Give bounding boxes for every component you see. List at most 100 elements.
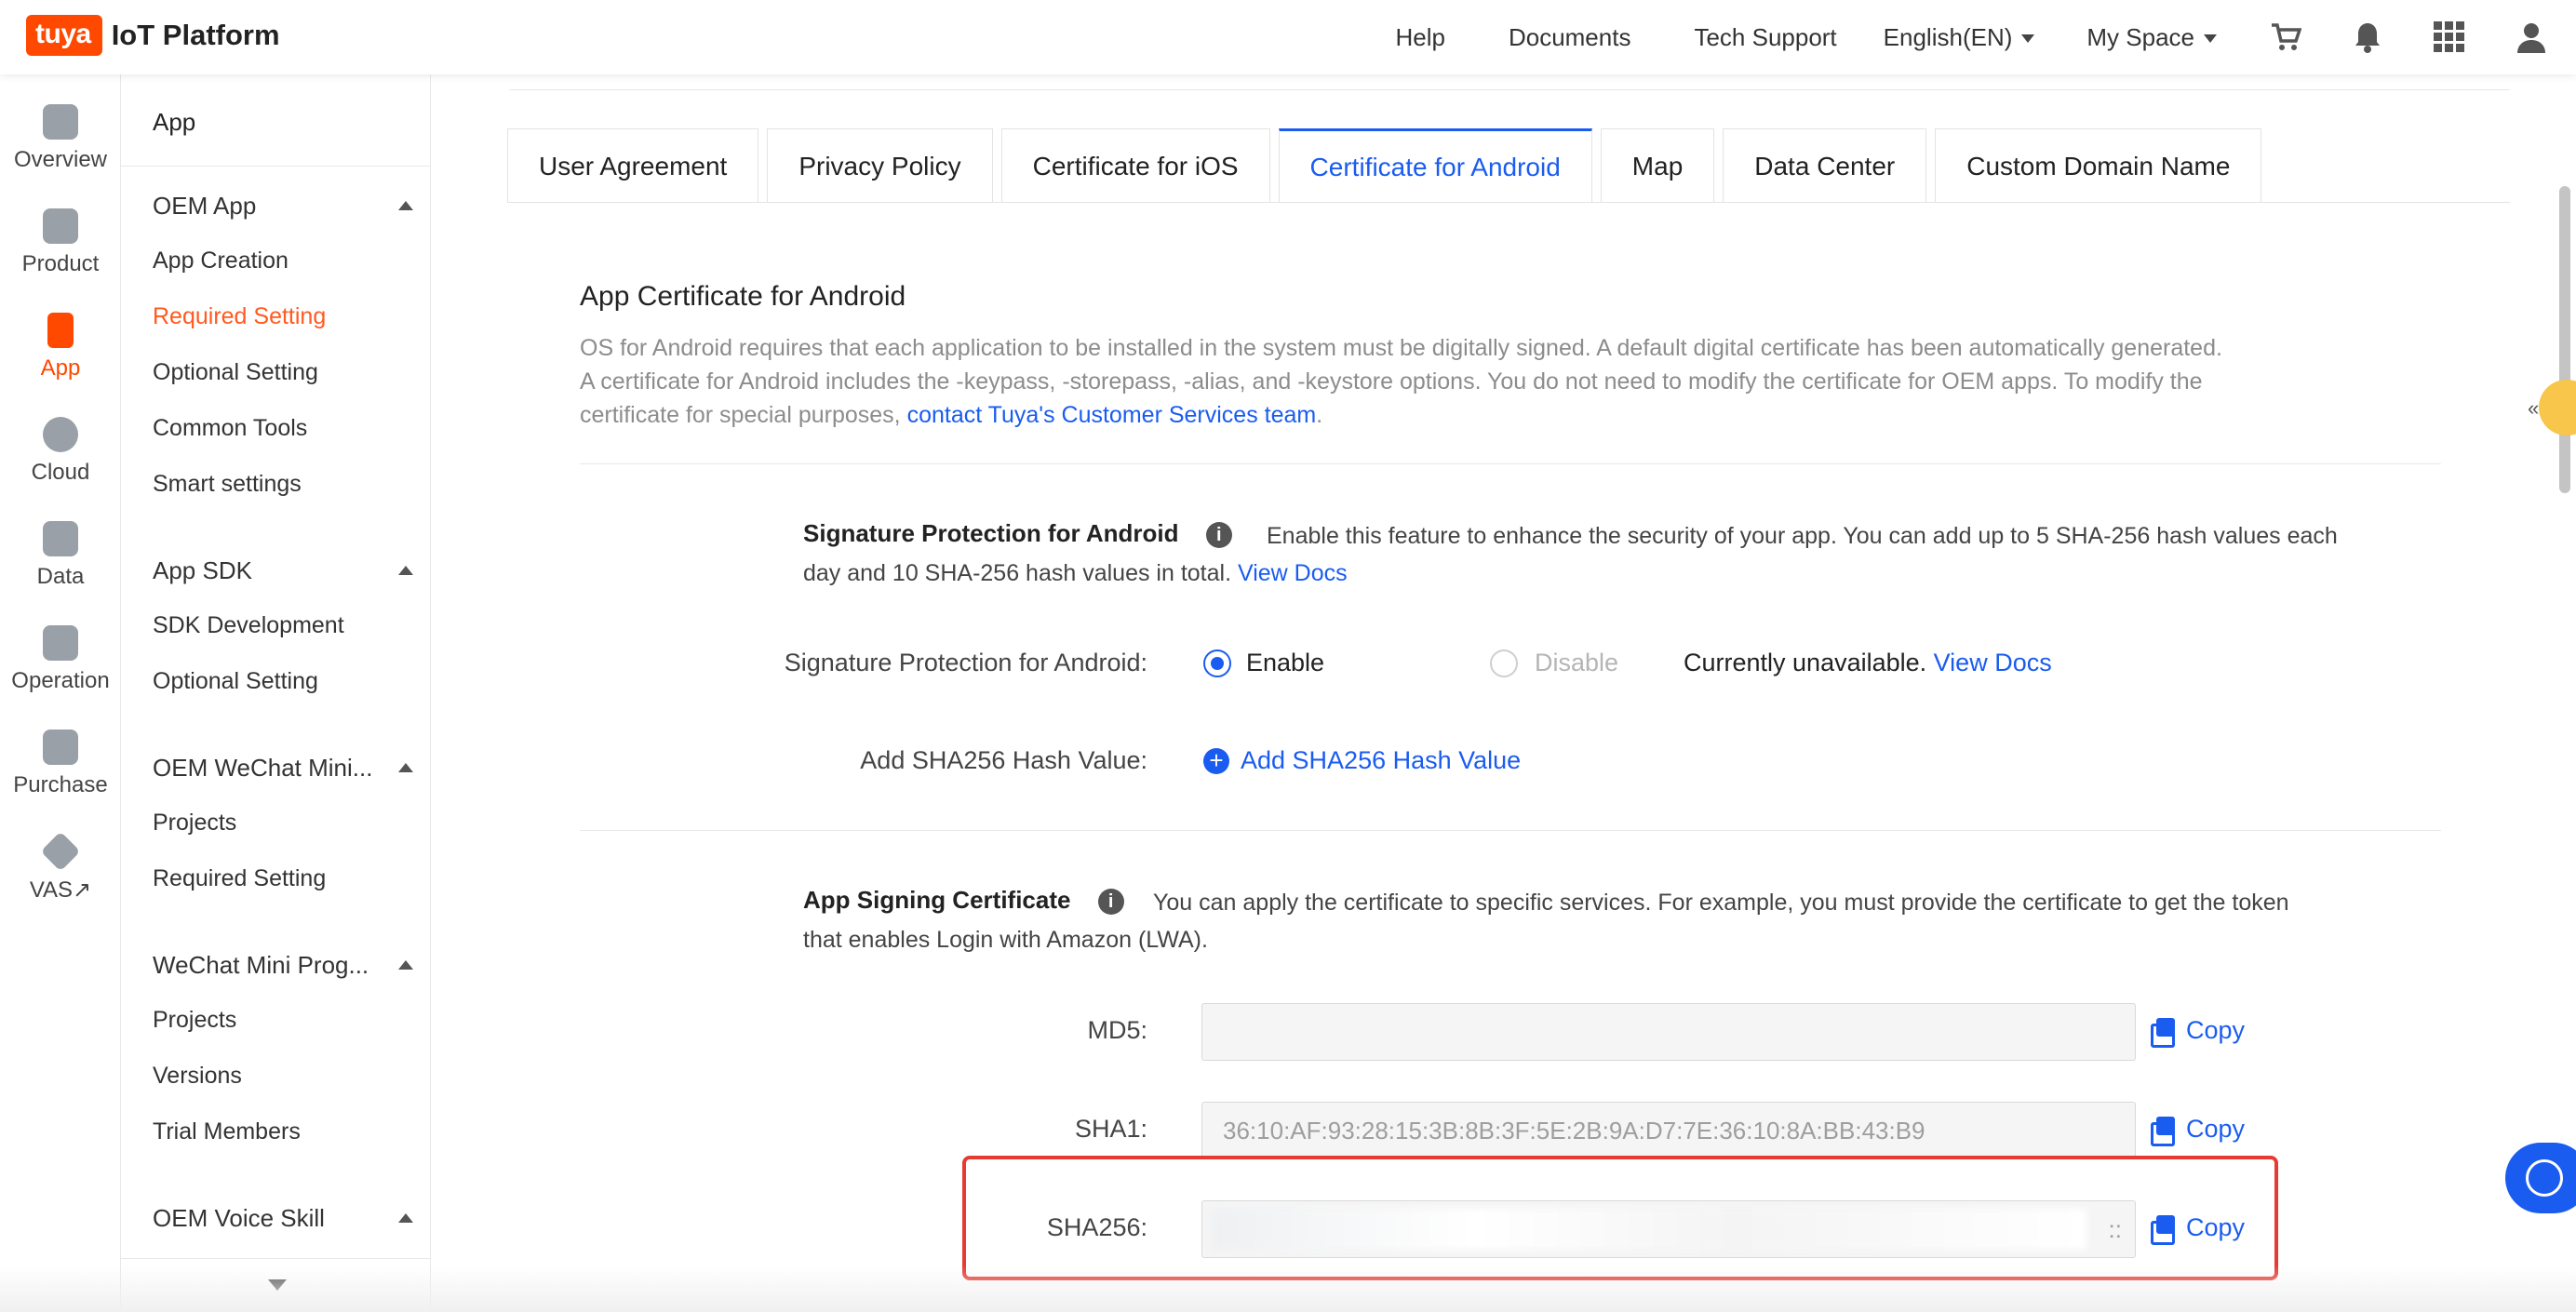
user-icon[interactable] (2515, 20, 2548, 54)
top-divider (509, 89, 2510, 90)
language-dropdown[interactable]: English(EN) (1884, 23, 2035, 52)
subnav-item-wechat-required-setting[interactable]: Required Setting (153, 865, 326, 892)
info-icon[interactable]: i (1097, 889, 1124, 916)
signing-title: App Signing Certificate (803, 886, 1071, 914)
group-oem-app[interactable]: OEM App (153, 192, 413, 221)
copy-sha1-button[interactable]: Copy (2151, 1115, 2246, 1146)
disable-radio[interactable] (1490, 649, 1518, 677)
documents-link[interactable]: Documents (1509, 23, 1631, 52)
subnav-item-app-creation[interactable]: App Creation (153, 248, 288, 274)
rail-label: Overview (13, 147, 108, 172)
double-chevron-left-icon[interactable]: « (2528, 396, 2539, 421)
signing-heading: App Signing Certificate i (803, 886, 1124, 916)
md5-field[interactable] (1201, 1003, 2136, 1061)
tab-custom-domain[interactable]: Custom Domain Name (1935, 128, 2262, 203)
copy-md5-button[interactable]: Copy (2151, 1016, 2246, 1048)
sigprot-heading: Signature Protection for Android i (803, 519, 1232, 549)
chat-support-button[interactable] (2505, 1143, 2576, 1213)
app-subnav: App OEM App App Creation Required Settin… (121, 74, 431, 1312)
disable-label[interactable]: Disable (1535, 649, 1618, 677)
contact-support-link[interactable]: contact Tuya's Customer Services team (907, 402, 1317, 428)
subnav-item-sdk-optional-setting[interactable]: Optional Setting (153, 668, 318, 695)
tab-certificate-ios[interactable]: Certificate for iOS (1000, 128, 1270, 203)
rail-label: Product (21, 251, 100, 276)
signing-desc-1: You can apply the certificate to specifi… (1153, 890, 2289, 916)
section-title: App Certificate for Android (580, 281, 906, 312)
rail-purchase[interactable]: Purchase (0, 730, 121, 798)
copy-label: Copy (2186, 1115, 2246, 1143)
caret-up-icon (398, 960, 413, 970)
sigprot-field-label: Signature Protection for Android: (784, 649, 1147, 676)
desc-line: OS for Android requires that each applic… (580, 335, 2222, 361)
my-space-dropdown[interactable]: My Space (2086, 23, 2217, 52)
info-icon[interactable]: i (1205, 522, 1232, 549)
md5-label: MD5: (1087, 1016, 1147, 1044)
subnav-item-required-setting[interactable]: Required Setting (153, 303, 326, 330)
home-icon (43, 104, 78, 140)
desc-text: certificate for special purposes, (580, 402, 907, 428)
subnav-item-sdk-development[interactable]: SDK Development (153, 612, 344, 639)
sha1-label: SHA1: (1074, 1115, 1147, 1143)
rail-app[interactable]: App (0, 313, 121, 382)
bottom-fade (0, 1265, 2576, 1312)
main-scrollbar[interactable] (2559, 186, 2570, 493)
add-sha256-button[interactable]: + Add SHA256 Hash Value (1203, 746, 1521, 775)
enable-label[interactable]: Enable (1246, 649, 1324, 677)
cart-icon[interactable] (2269, 20, 2302, 54)
tab-user-agreement[interactable]: User Agreement (507, 128, 759, 203)
rail-operation[interactable]: Operation (0, 625, 121, 694)
section-divider (580, 463, 2441, 464)
caret-up-icon (398, 566, 413, 575)
caret-up-icon (398, 763, 413, 772)
rail-data[interactable]: Data (0, 521, 121, 590)
subnav-item-versions[interactable]: Versions (153, 1063, 242, 1090)
tab-privacy-policy[interactable]: Privacy Policy (767, 128, 993, 203)
main-content: User Agreement Privacy Policy Certificat… (431, 74, 2553, 1312)
logo-badge: tuya (26, 15, 102, 56)
icon-rail: Overview Product App Cloud Data Operatio… (0, 74, 121, 1312)
tech-support-link[interactable]: Tech Support (1694, 23, 1836, 52)
top-bar: tuya IoT Platform Help Documents Tech Su… (0, 0, 2576, 74)
chart-icon (43, 521, 78, 556)
subnav-item-projects[interactable]: Projects (153, 810, 236, 837)
rail-product[interactable]: Product (0, 208, 121, 277)
tuya-logo[interactable]: tuya IoT Platform (26, 15, 280, 56)
copy-label: Copy (2186, 1016, 2246, 1044)
sha1-field[interactable]: 36:10:AF:93:28:15:3B:8B:3F:5E:2B:9A:D7:7… (1201, 1102, 2136, 1159)
desc-text: day and 10 SHA-256 hash values in total. (803, 560, 1238, 586)
group-oem-wechat-mini[interactable]: OEM WeChat Mini... (153, 754, 413, 783)
rail-label: VAS↗ (29, 877, 92, 903)
unavailable-view-docs-link[interactable]: View Docs (1934, 649, 2052, 676)
sigprot-view-docs-link[interactable]: View Docs (1238, 560, 1348, 586)
apps-grid-icon[interactable] (2433, 20, 2466, 54)
group-oem-voice-skill[interactable]: OEM Voice Skill (153, 1204, 413, 1233)
enable-radio[interactable] (1203, 649, 1231, 677)
logo-text: IoT Platform (111, 19, 280, 51)
phone-icon (47, 313, 74, 348)
subnav-item-common-tools[interactable]: Common Tools (153, 415, 307, 442)
help-link[interactable]: Help (1395, 23, 1444, 52)
group-app-sdk[interactable]: App SDK (153, 556, 413, 585)
subnav-item-smart-settings[interactable]: Smart settings (153, 471, 302, 498)
cloud-icon (43, 417, 78, 452)
desc-line: certificate for special purposes, contac… (580, 398, 2441, 432)
subnav-item-mini-projects[interactable]: Projects (153, 1007, 236, 1034)
rail-label: Operation (11, 668, 110, 693)
rail-overview[interactable]: Overview (0, 104, 121, 173)
rail-vas[interactable]: VAS↗ (0, 831, 121, 904)
tab-map[interactable]: Map (1600, 128, 1715, 203)
tab-certificate-android[interactable]: Certificate for Android (1278, 128, 1592, 203)
tab-data-center[interactable]: Data Center (1723, 128, 1927, 203)
diamond-icon (40, 831, 81, 872)
subnav-item-optional-setting[interactable]: Optional Setting (153, 359, 318, 386)
subnav-item-trial-members[interactable]: Trial Members (153, 1118, 301, 1145)
rail-label: App (40, 355, 81, 381)
desc-line: A certificate for Android includes the -… (580, 368, 2203, 395)
group-wechat-mini-prog[interactable]: WeChat Mini Prog... (153, 951, 413, 980)
rail-cloud[interactable]: Cloud (0, 417, 121, 486)
rail-label: Cloud (31, 460, 90, 485)
rail-label: Data (36, 564, 85, 589)
desc-end: . (1316, 402, 1323, 428)
bell-icon[interactable] (2351, 20, 2384, 54)
sha256-highlight-box (962, 1156, 2278, 1280)
